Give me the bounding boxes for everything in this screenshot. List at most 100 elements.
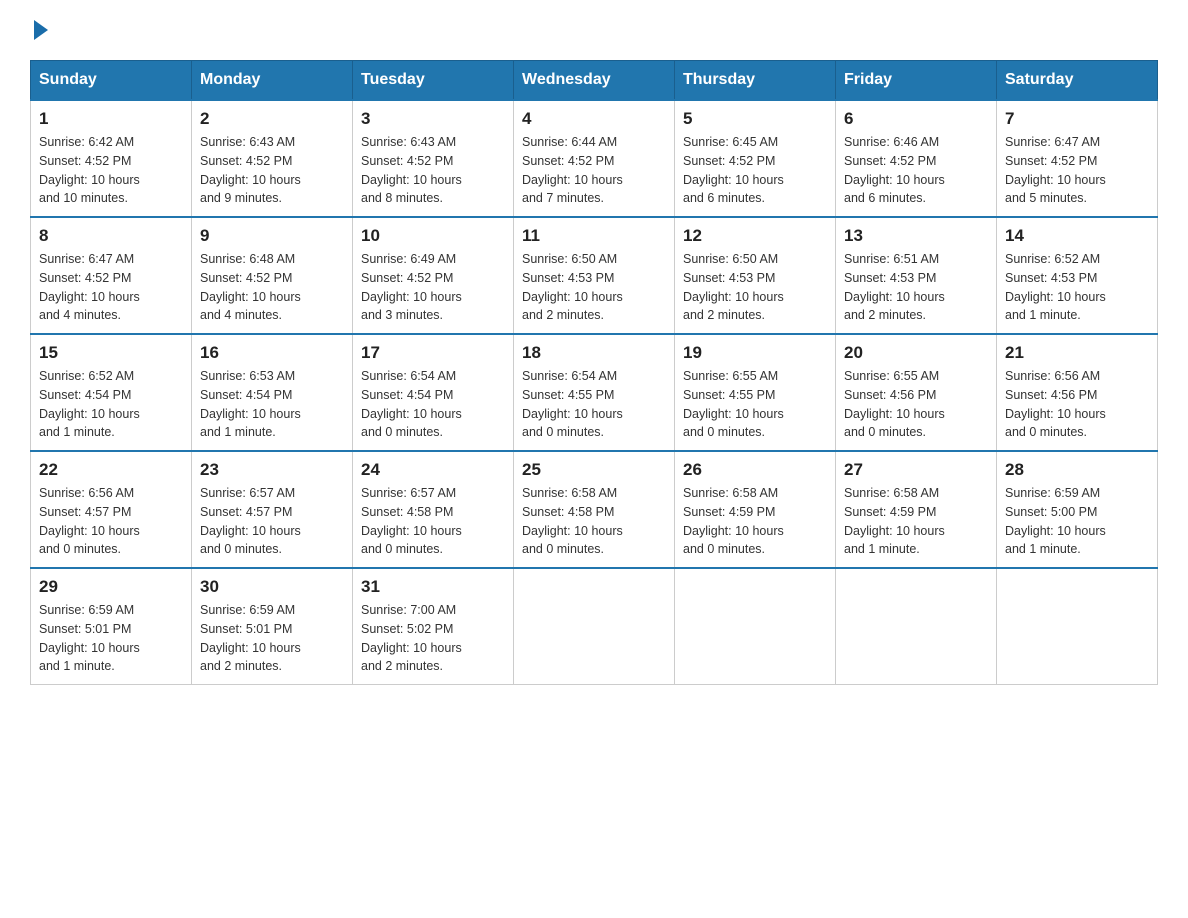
page-header [30,20,1158,40]
day-number: 7 [1005,109,1149,129]
calendar-cell: 22 Sunrise: 6:56 AMSunset: 4:57 PMDaylig… [31,451,192,568]
calendar-week-row: 15 Sunrise: 6:52 AMSunset: 4:54 PMDaylig… [31,334,1158,451]
logo [30,20,50,40]
day-info: Sunrise: 6:59 AMSunset: 5:01 PMDaylight:… [39,603,140,673]
calendar-cell: 13 Sunrise: 6:51 AMSunset: 4:53 PMDaylig… [836,217,997,334]
calendar-cell: 16 Sunrise: 6:53 AMSunset: 4:54 PMDaylig… [192,334,353,451]
day-info: Sunrise: 6:43 AMSunset: 4:52 PMDaylight:… [200,135,301,205]
day-number: 6 [844,109,988,129]
day-info: Sunrise: 6:53 AMSunset: 4:54 PMDaylight:… [200,369,301,439]
col-header-sunday: Sunday [31,61,192,101]
day-number: 26 [683,460,827,480]
day-number: 13 [844,226,988,246]
calendar-cell: 21 Sunrise: 6:56 AMSunset: 4:56 PMDaylig… [997,334,1158,451]
calendar-cell: 3 Sunrise: 6:43 AMSunset: 4:52 PMDayligh… [353,100,514,217]
day-number: 22 [39,460,183,480]
day-number: 20 [844,343,988,363]
col-header-wednesday: Wednesday [514,61,675,101]
calendar-cell: 8 Sunrise: 6:47 AMSunset: 4:52 PMDayligh… [31,217,192,334]
day-number: 16 [200,343,344,363]
day-info: Sunrise: 6:50 AMSunset: 4:53 PMDaylight:… [683,252,784,322]
calendar-cell: 17 Sunrise: 6:54 AMSunset: 4:54 PMDaylig… [353,334,514,451]
calendar-cell: 14 Sunrise: 6:52 AMSunset: 4:53 PMDaylig… [997,217,1158,334]
day-number: 1 [39,109,183,129]
calendar-week-row: 22 Sunrise: 6:56 AMSunset: 4:57 PMDaylig… [31,451,1158,568]
day-number: 24 [361,460,505,480]
day-number: 15 [39,343,183,363]
col-header-thursday: Thursday [675,61,836,101]
day-info: Sunrise: 6:54 AMSunset: 4:55 PMDaylight:… [522,369,623,439]
calendar-cell: 29 Sunrise: 6:59 AMSunset: 5:01 PMDaylig… [31,568,192,685]
day-number: 4 [522,109,666,129]
col-header-saturday: Saturday [997,61,1158,101]
day-info: Sunrise: 6:57 AMSunset: 4:58 PMDaylight:… [361,486,462,556]
day-info: Sunrise: 6:43 AMSunset: 4:52 PMDaylight:… [361,135,462,205]
day-number: 11 [522,226,666,246]
day-info: Sunrise: 6:52 AMSunset: 4:53 PMDaylight:… [1005,252,1106,322]
day-number: 9 [200,226,344,246]
day-info: Sunrise: 6:56 AMSunset: 4:57 PMDaylight:… [39,486,140,556]
day-info: Sunrise: 6:45 AMSunset: 4:52 PMDaylight:… [683,135,784,205]
day-number: 25 [522,460,666,480]
day-info: Sunrise: 6:58 AMSunset: 4:58 PMDaylight:… [522,486,623,556]
day-info: Sunrise: 6:55 AMSunset: 4:55 PMDaylight:… [683,369,784,439]
day-number: 14 [1005,226,1149,246]
day-number: 5 [683,109,827,129]
day-info: Sunrise: 6:58 AMSunset: 4:59 PMDaylight:… [844,486,945,556]
day-number: 27 [844,460,988,480]
day-number: 21 [1005,343,1149,363]
day-info: Sunrise: 6:52 AMSunset: 4:54 PMDaylight:… [39,369,140,439]
day-info: Sunrise: 6:59 AMSunset: 5:00 PMDaylight:… [1005,486,1106,556]
day-info: Sunrise: 6:47 AMSunset: 4:52 PMDaylight:… [39,252,140,322]
calendar-week-row: 29 Sunrise: 6:59 AMSunset: 5:01 PMDaylig… [31,568,1158,685]
calendar-week-row: 1 Sunrise: 6:42 AMSunset: 4:52 PMDayligh… [31,100,1158,217]
day-number: 18 [522,343,666,363]
day-number: 17 [361,343,505,363]
day-info: Sunrise: 6:57 AMSunset: 4:57 PMDaylight:… [200,486,301,556]
calendar-cell: 6 Sunrise: 6:46 AMSunset: 4:52 PMDayligh… [836,100,997,217]
calendar-cell: 24 Sunrise: 6:57 AMSunset: 4:58 PMDaylig… [353,451,514,568]
calendar-cell: 5 Sunrise: 6:45 AMSunset: 4:52 PMDayligh… [675,100,836,217]
day-number: 3 [361,109,505,129]
day-info: Sunrise: 6:47 AMSunset: 4:52 PMDaylight:… [1005,135,1106,205]
day-info: Sunrise: 6:42 AMSunset: 4:52 PMDaylight:… [39,135,140,205]
col-header-friday: Friday [836,61,997,101]
calendar-cell: 18 Sunrise: 6:54 AMSunset: 4:55 PMDaylig… [514,334,675,451]
calendar-cell [675,568,836,685]
day-info: Sunrise: 6:54 AMSunset: 4:54 PMDaylight:… [361,369,462,439]
calendar-cell: 12 Sunrise: 6:50 AMSunset: 4:53 PMDaylig… [675,217,836,334]
calendar-cell: 7 Sunrise: 6:47 AMSunset: 4:52 PMDayligh… [997,100,1158,217]
calendar-cell: 19 Sunrise: 6:55 AMSunset: 4:55 PMDaylig… [675,334,836,451]
calendar-cell: 20 Sunrise: 6:55 AMSunset: 4:56 PMDaylig… [836,334,997,451]
day-number: 2 [200,109,344,129]
calendar-cell: 31 Sunrise: 7:00 AMSunset: 5:02 PMDaylig… [353,568,514,685]
calendar-cell: 28 Sunrise: 6:59 AMSunset: 5:00 PMDaylig… [997,451,1158,568]
day-info: Sunrise: 6:55 AMSunset: 4:56 PMDaylight:… [844,369,945,439]
calendar-cell: 26 Sunrise: 6:58 AMSunset: 4:59 PMDaylig… [675,451,836,568]
day-number: 30 [200,577,344,597]
day-number: 10 [361,226,505,246]
calendar-cell: 1 Sunrise: 6:42 AMSunset: 4:52 PMDayligh… [31,100,192,217]
col-header-monday: Monday [192,61,353,101]
calendar-cell: 15 Sunrise: 6:52 AMSunset: 4:54 PMDaylig… [31,334,192,451]
calendar-cell: 25 Sunrise: 6:58 AMSunset: 4:58 PMDaylig… [514,451,675,568]
col-header-tuesday: Tuesday [353,61,514,101]
calendar-table: SundayMondayTuesdayWednesdayThursdayFrid… [30,60,1158,685]
calendar-cell [514,568,675,685]
calendar-week-row: 8 Sunrise: 6:47 AMSunset: 4:52 PMDayligh… [31,217,1158,334]
calendar-cell: 27 Sunrise: 6:58 AMSunset: 4:59 PMDaylig… [836,451,997,568]
calendar-cell: 30 Sunrise: 6:59 AMSunset: 5:01 PMDaylig… [192,568,353,685]
day-info: Sunrise: 6:46 AMSunset: 4:52 PMDaylight:… [844,135,945,205]
day-number: 12 [683,226,827,246]
calendar-cell [997,568,1158,685]
day-number: 31 [361,577,505,597]
day-number: 8 [39,226,183,246]
calendar-cell: 11 Sunrise: 6:50 AMSunset: 4:53 PMDaylig… [514,217,675,334]
calendar-cell: 10 Sunrise: 6:49 AMSunset: 4:52 PMDaylig… [353,217,514,334]
day-number: 28 [1005,460,1149,480]
day-info: Sunrise: 6:49 AMSunset: 4:52 PMDaylight:… [361,252,462,322]
day-info: Sunrise: 6:58 AMSunset: 4:59 PMDaylight:… [683,486,784,556]
calendar-cell: 9 Sunrise: 6:48 AMSunset: 4:52 PMDayligh… [192,217,353,334]
day-info: Sunrise: 6:51 AMSunset: 4:53 PMDaylight:… [844,252,945,322]
day-number: 19 [683,343,827,363]
